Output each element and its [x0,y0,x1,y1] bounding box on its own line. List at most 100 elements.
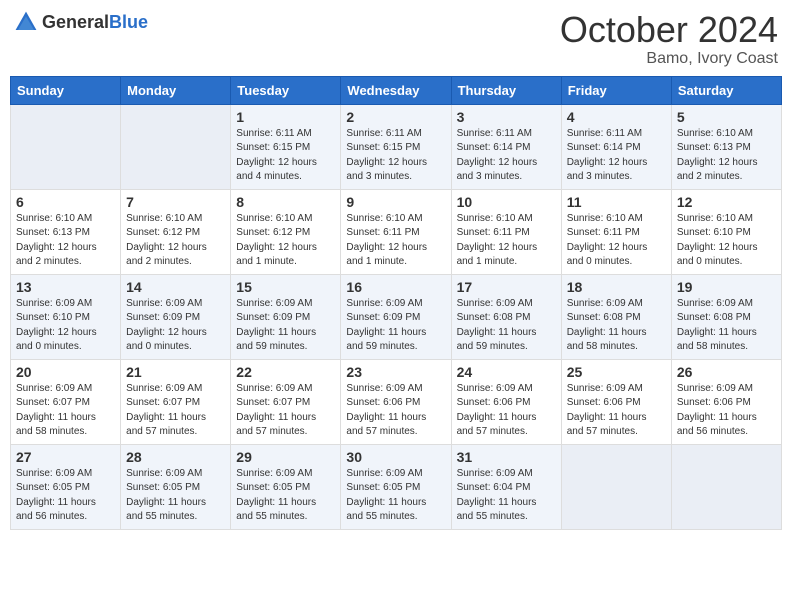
weekday-header-saturday: Saturday [671,76,781,104]
day-number: 25 [567,364,666,380]
day-info: Sunrise: 6:11 AM Sunset: 6:14 PM Dayligh… [567,127,666,185]
location-title: Bamo, Ivory Coast [560,50,778,68]
day-number: 9 [346,194,445,210]
calendar-day-cell: 25 Sunrise: 6:09 AM Sunset: 6:06 PM Dayli… [561,359,671,444]
logo-icon [14,10,38,34]
calendar-day-cell: 20Sunrise: 6:09 AM Sunset: 6:07 PM Dayli… [11,359,121,444]
day-number: 22 [236,364,335,380]
day-info: Sunrise: 6:10 AM Sunset: 6:10 PM Dayligh… [677,212,776,270]
calendar-day-cell: 24 Sunrise: 6:09 AM Sunset: 6:06 PM Dayli… [451,359,561,444]
day-number: 17 [457,279,556,295]
day-info: Sunrise: 6:10 AM Sunset: 6:13 PM Dayligh… [677,127,776,185]
weekday-header-tuesday: Tuesday [231,76,341,104]
calendar-day-cell: 19 Sunrise: 6:09 AM Sunset: 6:08 PM Dayli… [671,274,781,359]
calendar-week-row: 1 Sunrise: 6:11 AM Sunset: 6:15 PM Daylig… [11,104,782,189]
day-info: Sunrise: 6:10 AM Sunset: 6:13 PM Dayligh… [16,212,115,270]
calendar-day-cell: 27 Sunrise: 6:09 AM Sunset: 6:05 PM Dayli… [11,444,121,529]
calendar-week-row: 20Sunrise: 6:09 AM Sunset: 6:07 PM Dayli… [11,359,782,444]
day-number: 3 [457,109,556,125]
calendar-day-cell: 16 Sunrise: 6:09 AM Sunset: 6:09 PM Dayli… [341,274,451,359]
calendar-day-cell: 4 Sunrise: 6:11 AM Sunset: 6:14 PM Daylig… [561,104,671,189]
day-number: 30 [346,449,445,465]
day-info: Sunrise: 6:09 AM Sunset: 6:08 PM Dayligh… [677,297,776,355]
day-info: Sunrise: 6:09 AM Sunset: 6:09 PM Dayligh… [346,297,445,355]
day-info: Sunrise: 6:09 AM Sunset: 6:05 PM Dayligh… [236,467,335,525]
calendar-day-cell: 12 Sunrise: 6:10 AM Sunset: 6:10 PM Dayli… [671,189,781,274]
day-number: 2 [346,109,445,125]
day-number: 13 [16,279,115,295]
weekday-header-thursday: Thursday [451,76,561,104]
day-number: 16 [346,279,445,295]
calendar-day-cell: 11Sunrise: 6:10 AM Sunset: 6:11 PM Dayli… [561,189,671,274]
day-info: Sunrise: 6:10 AM Sunset: 6:11 PM Dayligh… [567,212,666,270]
logo: GeneralBlue [14,10,148,34]
day-info: Sunrise: 6:09 AM Sunset: 6:06 PM Dayligh… [457,382,556,440]
weekday-header-row: SundayMondayTuesdayWednesdayThursdayFrid… [11,76,782,104]
day-info: Sunrise: 6:09 AM Sunset: 6:05 PM Dayligh… [346,467,445,525]
day-number: 1 [236,109,335,125]
title-area: October 2024 Bamo, Ivory Coast [560,10,778,68]
month-title: October 2024 [560,10,778,50]
calendar-day-cell: 13 Sunrise: 6:09 AM Sunset: 6:10 PM Dayli… [11,274,121,359]
day-info: Sunrise: 6:10 AM Sunset: 6:11 PM Dayligh… [346,212,445,270]
calendar-week-row: 13 Sunrise: 6:09 AM Sunset: 6:10 PM Dayli… [11,274,782,359]
calendar-day-cell: 17 Sunrise: 6:09 AM Sunset: 6:08 PM Dayli… [451,274,561,359]
calendar-day-cell: 28Sunrise: 6:09 AM Sunset: 6:05 PM Dayli… [121,444,231,529]
calendar-day-cell: 14Sunrise: 6:09 AM Sunset: 6:09 PM Dayli… [121,274,231,359]
calendar-day-cell: 31 Sunrise: 6:09 AM Sunset: 6:04 PM Dayli… [451,444,561,529]
day-info: Sunrise: 6:09 AM Sunset: 6:06 PM Dayligh… [567,382,666,440]
day-info: Sunrise: 6:09 AM Sunset: 6:10 PM Dayligh… [16,297,115,355]
calendar-day-cell: 22Sunrise: 6:09 AM Sunset: 6:07 PM Dayli… [231,359,341,444]
day-number: 26 [677,364,776,380]
day-number: 19 [677,279,776,295]
day-number: 18 [567,279,666,295]
day-info: Sunrise: 6:10 AM Sunset: 6:12 PM Dayligh… [236,212,335,270]
day-info: Sunrise: 6:09 AM Sunset: 6:09 PM Dayligh… [126,297,225,355]
day-number: 7 [126,194,225,210]
calendar-day-cell: 23Sunrise: 6:09 AM Sunset: 6:06 PM Dayli… [341,359,451,444]
day-number: 29 [236,449,335,465]
page-header: GeneralBlue October 2024 Bamo, Ivory Coa… [10,10,782,68]
logo-general: General [42,12,109,32]
day-number: 10 [457,194,556,210]
day-number: 31 [457,449,556,465]
day-number: 20 [16,364,115,380]
calendar-day-cell [11,104,121,189]
day-number: 12 [677,194,776,210]
calendar-day-cell [561,444,671,529]
calendar-day-cell: 15 Sunrise: 6:09 AM Sunset: 6:09 PM Dayli… [231,274,341,359]
weekday-header-friday: Friday [561,76,671,104]
calendar-day-cell: 26 Sunrise: 6:09 AM Sunset: 6:06 PM Dayli… [671,359,781,444]
day-number: 4 [567,109,666,125]
calendar-day-cell: 21Sunrise: 6:09 AM Sunset: 6:07 PM Dayli… [121,359,231,444]
day-info: Sunrise: 6:09 AM Sunset: 6:08 PM Dayligh… [457,297,556,355]
logo-text: GeneralBlue [42,12,148,33]
calendar-day-cell: 9 Sunrise: 6:10 AM Sunset: 6:11 PM Daylig… [341,189,451,274]
day-number: 8 [236,194,335,210]
day-number: 15 [236,279,335,295]
calendar-day-cell: 6Sunrise: 6:10 AM Sunset: 6:13 PM Daylig… [11,189,121,274]
weekday-header-wednesday: Wednesday [341,76,451,104]
day-info: Sunrise: 6:09 AM Sunset: 6:05 PM Dayligh… [126,467,225,525]
calendar-day-cell: 1Sunrise: 6:11 AM Sunset: 6:15 PM Daylig… [231,104,341,189]
day-info: Sunrise: 6:09 AM Sunset: 6:04 PM Dayligh… [457,467,556,525]
day-info: Sunrise: 6:09 AM Sunset: 6:08 PM Dayligh… [567,297,666,355]
day-info: Sunrise: 6:09 AM Sunset: 6:06 PM Dayligh… [677,382,776,440]
day-info: Sunrise: 6:11 AM Sunset: 6:14 PM Dayligh… [457,127,556,185]
day-number: 5 [677,109,776,125]
weekday-header-sunday: Sunday [11,76,121,104]
day-info: Sunrise: 6:09 AM Sunset: 6:06 PM Dayligh… [346,382,445,440]
calendar-day-cell [671,444,781,529]
day-number: 24 [457,364,556,380]
calendar-day-cell: 2 Sunrise: 6:11 AM Sunset: 6:15 PM Daylig… [341,104,451,189]
day-info: Sunrise: 6:10 AM Sunset: 6:11 PM Dayligh… [457,212,556,270]
calendar-day-cell: 29 Sunrise: 6:09 AM Sunset: 6:05 PM Dayli… [231,444,341,529]
day-info: Sunrise: 6:09 AM Sunset: 6:09 PM Dayligh… [236,297,335,355]
calendar-day-cell [121,104,231,189]
day-info: Sunrise: 6:11 AM Sunset: 6:15 PM Dayligh… [346,127,445,185]
day-info: Sunrise: 6:10 AM Sunset: 6:12 PM Dayligh… [126,212,225,270]
weekday-header-monday: Monday [121,76,231,104]
calendar-day-cell: 30 Sunrise: 6:09 AM Sunset: 6:05 PM Dayli… [341,444,451,529]
day-info: Sunrise: 6:09 AM Sunset: 6:05 PM Dayligh… [16,467,115,525]
day-number: 27 [16,449,115,465]
